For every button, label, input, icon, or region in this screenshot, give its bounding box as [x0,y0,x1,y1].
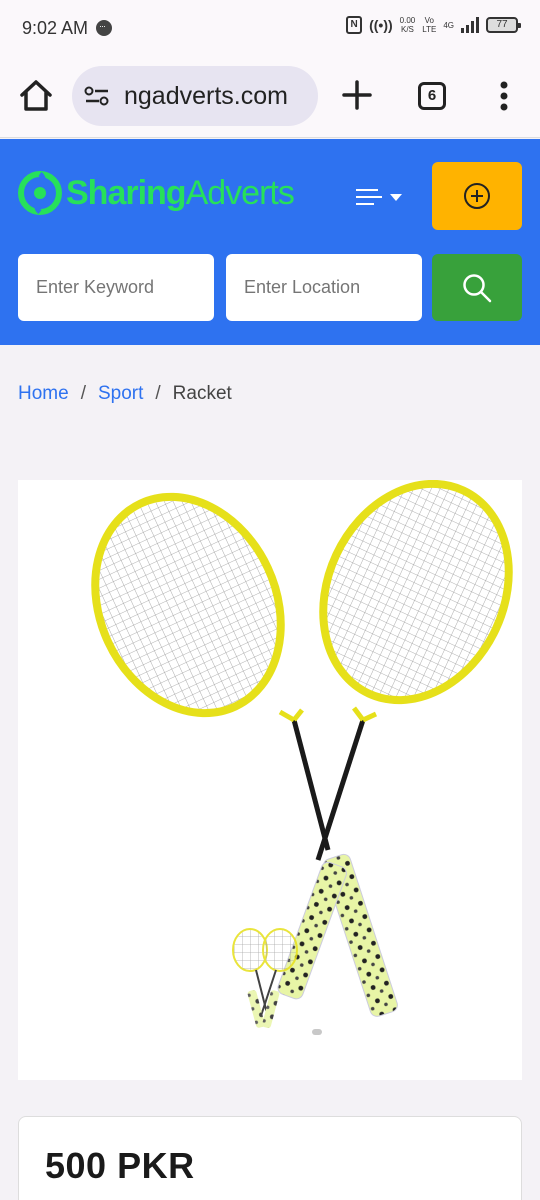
network-type-label: 4G [443,20,454,30]
site-logo[interactable]: SharingAdverts [18,163,295,223]
tab-switcher-button[interactable]: 6 [418,82,446,110]
home-icon[interactable] [18,78,54,114]
status-indicators: N ((•)) 0.00 K/S Vo LTE 4G 77 [346,16,521,34]
site-settings-icon[interactable] [84,85,110,107]
signal-icon [461,17,479,33]
more-menu-icon[interactable] [492,78,516,114]
logo-text-adverts: Adverts [185,173,295,212]
hotspot-icon: ((•)) [369,17,393,33]
battery-icon: 77 [486,17,521,33]
browser-toolbar: ngadverts.com 6 [0,56,540,138]
breadcrumb-separator: / [80,383,86,404]
breadcrumb-home[interactable]: Home [18,383,69,405]
price-card: 500 PKR [18,1116,522,1200]
plus-circle-icon [464,183,490,209]
nfc-icon: N [346,16,363,34]
breadcrumb-sport[interactable]: Sport [98,383,143,405]
network-speed: 0.00 K/S [400,16,416,34]
volte-bottom: LTE [422,25,437,34]
status-time: 9:02 AM [22,17,89,38]
caret-down-icon [390,193,402,201]
network-speed-value: 0.00 [399,16,416,25]
status-bar: 9:02 AM N ((•)) 0.00 K/S Vo LTE 4G 77 [0,0,540,56]
url-text: ngadverts.com [124,81,288,110]
search-button[interactable] [432,254,522,321]
post-ad-button[interactable] [432,162,522,230]
product-image-card[interactable] [18,480,522,1080]
location-input[interactable] [226,254,422,321]
logo-mark-icon [18,171,62,215]
site-header: SharingAdverts [0,139,540,345]
message-notification-icon [96,20,113,36]
racket-image [91,480,513,1029]
new-tab-icon[interactable] [340,78,374,112]
listing-price: 500 PKR [45,1145,195,1186]
address-bar[interactable]: ngadverts.com [72,66,318,126]
carousel-dot[interactable] [312,1029,322,1035]
hamburger-icon [356,188,382,206]
network-type: 4G [443,21,454,30]
network-speed-unit: K/S [401,25,414,34]
breadcrumb: Home / Sport / Racket [18,383,232,405]
search-icon [463,273,492,302]
breadcrumb-separator: / [155,383,161,404]
breadcrumb-current: Racket [172,383,232,404]
volte-indicator: Vo LTE [422,16,436,34]
keyword-input[interactable] [18,254,214,321]
logo-text-sharing: Sharing [66,173,187,212]
nav-menu-button[interactable] [356,185,412,209]
volte-top: Vo [424,16,434,25]
logo-text: SharingAdverts [66,173,295,213]
